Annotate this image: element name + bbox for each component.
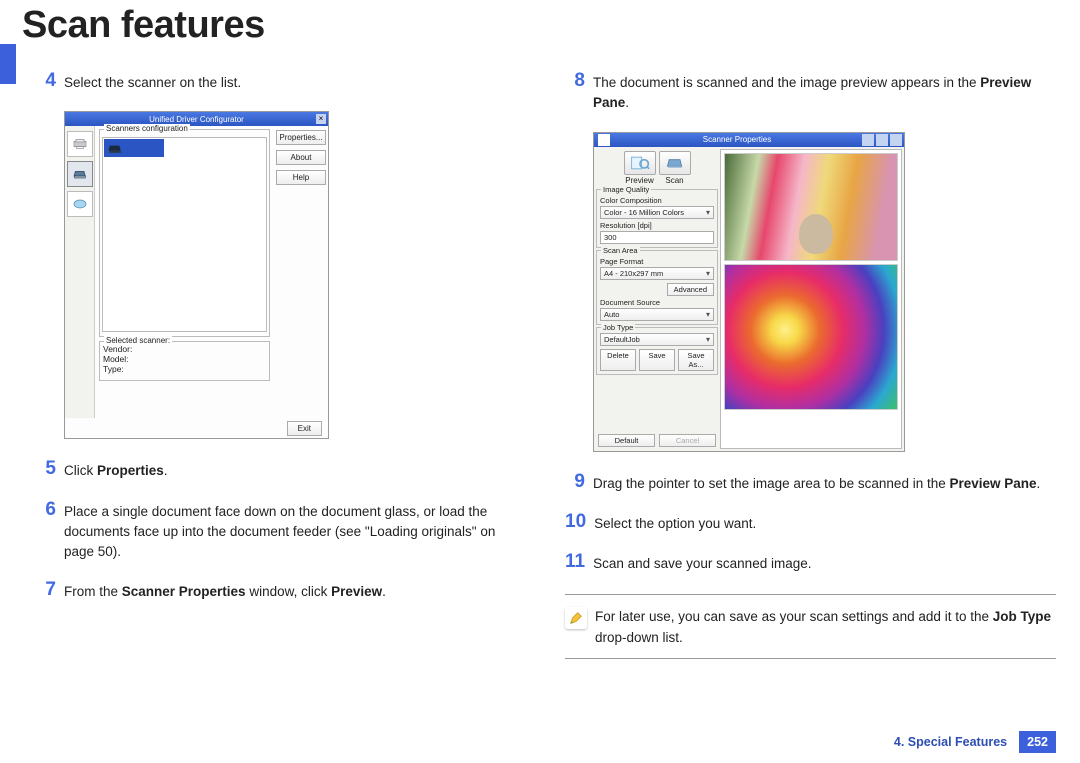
page-number: 252 xyxy=(1019,731,1056,753)
selected-scanner-group: Selected scanner: Vendor: Model: Type: xyxy=(99,341,270,381)
step-text: Place a single document face down on the… xyxy=(64,500,527,563)
step-text: Click Properties. xyxy=(64,459,527,481)
step-8: 8 The document is scanned and the image … xyxy=(565,71,1056,114)
device-sidebar xyxy=(65,126,95,418)
help-button[interactable]: Help xyxy=(276,170,326,185)
scanners-group: Scanners configuration xyxy=(99,129,270,337)
color-composition-select[interactable]: Color - 16 Million Colors▾ xyxy=(600,206,714,219)
step-number: 5 xyxy=(36,459,56,481)
step-text: From the Scanner Properties window, clic… xyxy=(64,580,527,602)
printer-tab-icon[interactable] xyxy=(67,131,93,157)
side-tab-accent xyxy=(0,44,16,84)
exit-button[interactable]: Exit xyxy=(287,421,322,436)
group-label: Job Type xyxy=(601,323,635,332)
document-source-label: Document Source xyxy=(600,298,714,307)
step-10: 10 Select the option you want. xyxy=(565,512,1056,534)
left-column: 4 Select the scanner on the list. Unifie… xyxy=(36,71,527,659)
cancel-button[interactable]: Cancel xyxy=(659,434,716,447)
page-format-select[interactable]: A4 - 210x297 mm▾ xyxy=(600,267,714,280)
preview-button[interactable]: Preview xyxy=(624,151,656,185)
close-icon[interactable]: × xyxy=(316,114,326,124)
step-text: Select the scanner on the list. xyxy=(64,71,527,93)
advanced-button[interactable]: Advanced xyxy=(667,283,714,296)
vendor-label: Vendor: xyxy=(103,344,266,354)
resolution-input[interactable]: 300 xyxy=(600,231,714,244)
chevron-down-icon: ▾ xyxy=(706,208,710,217)
screenshot-scanner-properties: Scanner Properties Preview Scan xyxy=(593,132,905,452)
scan-button[interactable]: Scan xyxy=(659,151,691,185)
selected-label: Selected scanner: xyxy=(104,336,172,345)
delete-button[interactable]: Delete xyxy=(600,349,636,371)
preview-icon xyxy=(624,151,656,175)
step-5: 5 Click Properties. xyxy=(36,459,527,481)
list-item[interactable] xyxy=(104,139,164,157)
step-text: Select the option you want. xyxy=(594,512,1056,534)
save-button[interactable]: Save xyxy=(639,349,675,371)
chevron-down-icon: ▾ xyxy=(706,335,710,344)
step-number: 9 xyxy=(565,472,585,494)
group-label: Scanners configuration xyxy=(104,124,190,133)
about-button[interactable]: About xyxy=(276,150,326,165)
step-number: 6 xyxy=(36,500,56,563)
step-6: 6 Place a single document face down on t… xyxy=(36,500,527,563)
scan-icon xyxy=(659,151,691,175)
note-icon xyxy=(565,607,587,629)
step-number: 7 xyxy=(36,580,56,602)
step-7: 7 From the Scanner Properties window, cl… xyxy=(36,580,527,602)
right-column: 8 The document is scanned and the image … xyxy=(565,71,1056,659)
page-footer: 4. Special Features 252 xyxy=(894,731,1056,753)
image-quality-group: Image Quality Color Composition Color - … xyxy=(596,189,718,248)
preview-pane[interactable] xyxy=(720,149,902,449)
default-button[interactable]: Default xyxy=(598,434,655,447)
step-text: Scan and save your scanned image. xyxy=(593,552,1056,574)
step-text: The document is scanned and the image pr… xyxy=(593,71,1056,114)
color-composition-label: Color Composition xyxy=(600,196,714,205)
port-tab-icon[interactable] xyxy=(67,191,93,217)
group-label: Image Quality xyxy=(601,185,651,194)
screenshot-driver-configurator: Unified Driver Configurator × Scanners c… xyxy=(64,111,329,439)
group-label: Scan Area xyxy=(601,246,640,255)
step-number: 8 xyxy=(565,71,585,114)
window-title: Scanner Properties xyxy=(614,135,860,144)
job-type-group: Job Type DefaultJob▾ Delete Save Save As… xyxy=(596,327,718,375)
job-type-select[interactable]: DefaultJob▾ xyxy=(600,333,714,346)
chevron-down-icon: ▾ xyxy=(706,269,710,278)
scanner-tab-icon[interactable] xyxy=(67,161,93,187)
page-format-label: Page Format xyxy=(600,257,714,266)
step-text: Drag the pointer to set the image area t… xyxy=(593,472,1056,494)
step-number: 4 xyxy=(36,71,56,93)
chapter-label: 4. Special Features xyxy=(894,735,1007,749)
close-icon[interactable] xyxy=(890,134,902,146)
note-block: For later use, you can save as your scan… xyxy=(565,594,1056,659)
scan-area-group: Scan Area Page Format A4 - 210x297 mm▾ A… xyxy=(596,250,718,325)
maximize-icon[interactable] xyxy=(876,134,888,146)
note-text: For later use, you can save as your scan… xyxy=(595,605,1056,648)
preview-image-top xyxy=(724,153,898,261)
properties-button[interactable]: Properties... xyxy=(276,130,326,145)
step-9: 9 Drag the pointer to set the image area… xyxy=(565,472,1056,494)
model-label: Model: xyxy=(103,354,266,364)
step-number: 10 xyxy=(565,512,586,534)
window-icon xyxy=(598,134,610,146)
step-number: 11 xyxy=(565,552,585,574)
side-buttons: Properties... About Help xyxy=(274,126,328,418)
window-title: Unified Driver Configurator xyxy=(77,115,316,124)
saveas-button[interactable]: Save As... xyxy=(678,349,714,371)
preview-image-bottom xyxy=(724,264,898,410)
step-11: 11 Scan and save your scanned image. xyxy=(565,552,1056,574)
page-title: Scan features xyxy=(0,0,1080,57)
window-titlebar: Scanner Properties xyxy=(594,133,904,147)
minimize-icon[interactable] xyxy=(862,134,874,146)
chevron-down-icon: ▾ xyxy=(706,310,710,319)
type-label: Type: xyxy=(103,364,266,374)
resolution-label: Resolution [dpi] xyxy=(600,221,714,230)
content-columns: 4 Select the scanner on the list. Unifie… xyxy=(0,57,1080,659)
scanner-list[interactable] xyxy=(102,137,267,332)
step-4: 4 Select the scanner on the list. xyxy=(36,71,527,93)
document-source-select[interactable]: Auto▾ xyxy=(600,308,714,321)
